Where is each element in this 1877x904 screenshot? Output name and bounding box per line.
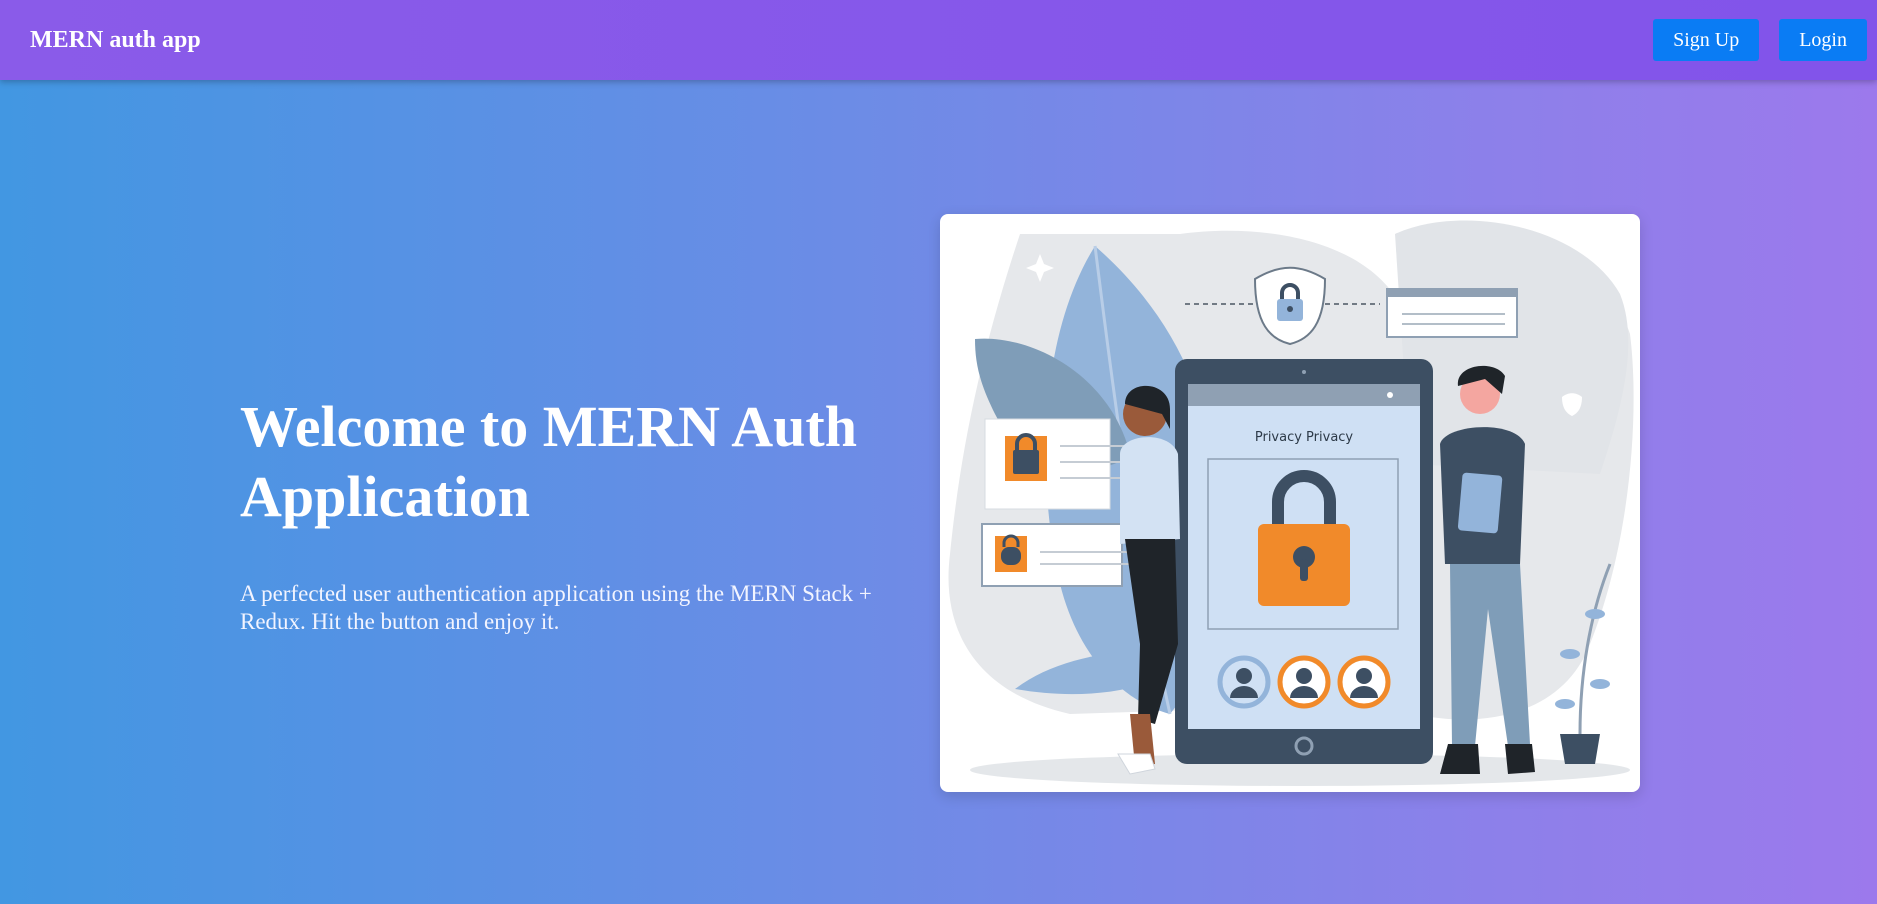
- user-avatar-icon: [1217, 655, 1271, 709]
- hero-illustration: Privacy Privacy: [940, 214, 1640, 792]
- signup-button[interactable]: Sign Up: [1653, 19, 1760, 61]
- login-button[interactable]: Login: [1779, 19, 1867, 61]
- navbar: MERN auth app Sign Up Login: [0, 0, 1877, 80]
- nav-actions: Sign Up Login: [1653, 19, 1867, 61]
- auth-illustration: Privacy Privacy: [948, 220, 1634, 786]
- brand-title[interactable]: MERN auth app: [30, 27, 201, 54]
- hero-title: Welcome to MERN Auth Application: [240, 394, 857, 529]
- hero-section: Welcome to MERN Auth Application A perfe…: [240, 392, 940, 636]
- screen-title: Privacy Privacy: [1255, 430, 1354, 445]
- hero-description: A perfected user authentication applicat…: [240, 581, 872, 634]
